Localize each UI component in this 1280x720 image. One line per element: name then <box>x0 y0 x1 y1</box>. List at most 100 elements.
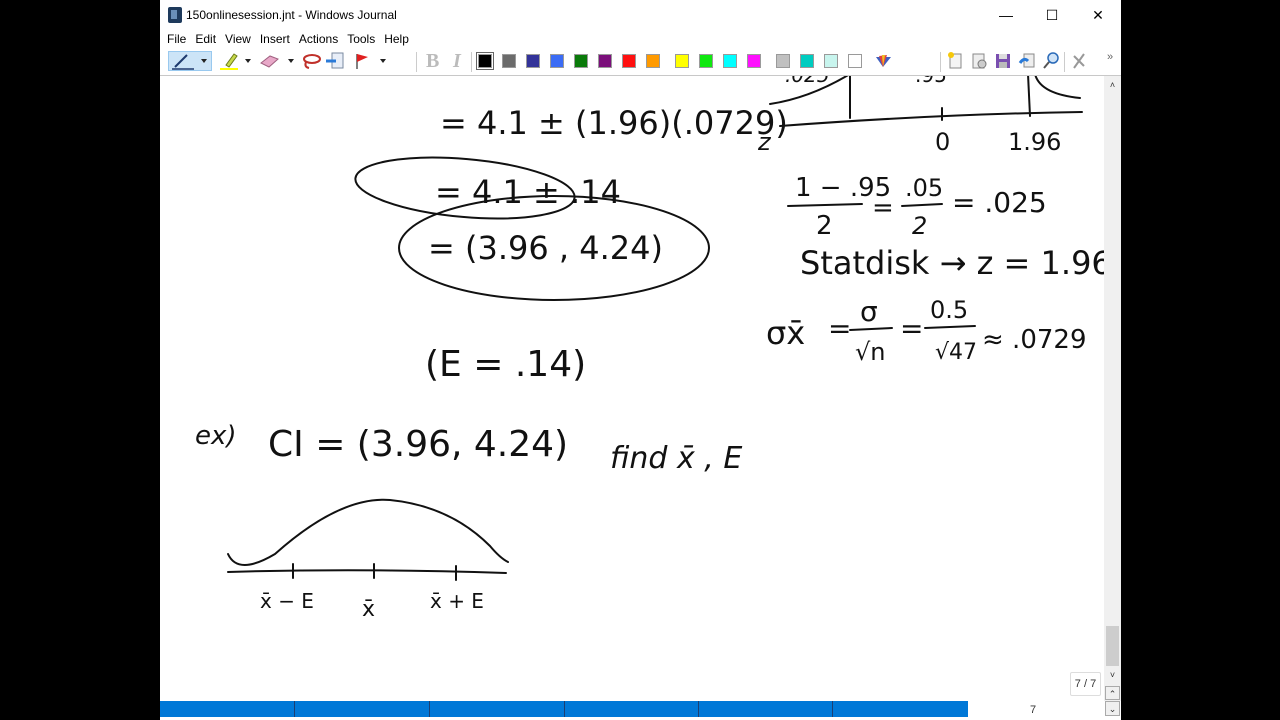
alpha-numerator-2: .05 <box>905 174 943 202</box>
pen-toolbar: B I » <box>160 48 1121 76</box>
page-strip-segment[interactable] <box>160 701 295 717</box>
lower-bound-label: x̄ − E <box>260 589 314 613</box>
right-critical-line <box>1027 73 1031 117</box>
page-strip-segment[interactable] <box>699 701 833 717</box>
menu-file[interactable]: File <box>165 31 188 47</box>
page-strip-segment[interactable] <box>430 701 565 717</box>
next-page-button[interactable]: ⌄ <box>1105 701 1120 716</box>
bottom-bar: 7 ⌄ <box>160 701 1121 720</box>
new-note-button[interactable] <box>946 51 964 71</box>
color-swatch[interactable] <box>776 54 790 68</box>
page-strip-segment[interactable] <box>295 701 430 717</box>
computation-line-1: = 4.1 ± (1.96)(.0729) <box>440 104 788 142</box>
left-tail-label: .025 <box>785 76 830 87</box>
computation-line-3: = (3.96 , 4.24) <box>428 229 663 267</box>
example-find: find x̄ , E <box>610 441 742 476</box>
menu-edit[interactable]: Edit <box>193 31 218 47</box>
critical-value-label: 1.96 <box>1008 128 1061 156</box>
journal-app-icon <box>168 7 182 23</box>
scroll-up-button[interactable]: ˄ <box>1105 78 1120 92</box>
send-button[interactable] <box>1018 51 1036 71</box>
new-note-icon <box>948 52 962 69</box>
send-icon <box>1018 53 1035 68</box>
fraction-bar <box>924 325 976 329</box>
color-swatch[interactable] <box>598 54 612 68</box>
toolbar-separator <box>940 52 941 72</box>
save-button[interactable] <box>994 51 1012 71</box>
color-swatch[interactable] <box>699 54 713 68</box>
example-label: ex) <box>195 421 237 451</box>
find-button[interactable] <box>1042 51 1060 71</box>
equals-sign: = <box>872 193 894 223</box>
color-swatch[interactable] <box>723 54 737 68</box>
highlighter-tool-button[interactable] <box>218 51 240 71</box>
lasso-icon <box>303 54 321 69</box>
minimize-button[interactable]: — <box>983 0 1029 30</box>
bold-button[interactable]: B <box>426 51 439 71</box>
previous-page-button[interactable]: ⌃ <box>1105 686 1120 700</box>
flag-icon <box>356 54 368 69</box>
lasso-tool-button[interactable] <box>300 51 322 71</box>
color-swatch[interactable] <box>622 54 636 68</box>
color-swatch[interactable] <box>574 54 588 68</box>
maximize-button[interactable]: ☐ <box>1029 0 1075 30</box>
color-swatch[interactable] <box>675 54 689 68</box>
menu-insert[interactable]: Insert <box>258 31 292 47</box>
color-picker-icon <box>876 55 891 67</box>
pen-dropdown-caret[interactable] <box>201 59 207 63</box>
color-swatch[interactable] <box>824 54 838 68</box>
menu-actions[interactable]: Actions <box>297 31 340 47</box>
color-swatch[interactable] <box>550 54 564 68</box>
color-swatch[interactable] <box>800 54 814 68</box>
eraser-tool-button[interactable] <box>258 51 280 71</box>
bell-curve-sketch: x̄ − E x̄ x̄ + E <box>227 498 509 622</box>
pen-icon <box>172 54 194 70</box>
flag-tool-button[interactable] <box>352 51 374 71</box>
italic-button[interactable]: I <box>453 51 461 71</box>
middle-area-label: .95 <box>915 76 947 87</box>
sigma-xbar: σx̄ <box>766 314 805 352</box>
statdisk-lookup: Statdisk → z = 1.96 <box>800 244 1104 282</box>
close-button[interactable]: ✕ <box>1075 0 1121 30</box>
sigma-value: 0.5 <box>930 296 968 324</box>
bell-curve <box>227 498 509 566</box>
page-strip-segment[interactable] <box>833 701 968 717</box>
menu-bar: File Edit View Insert Actions Tools Help <box>160 30 1121 48</box>
fraction-bar <box>901 203 943 207</box>
page-number: 7 <box>1030 704 1037 716</box>
highlighter-dropdown-caret[interactable] <box>245 59 251 63</box>
menu-help[interactable]: Help <box>382 31 411 47</box>
color-swatch[interactable] <box>747 54 761 68</box>
menu-tools[interactable]: Tools <box>345 31 377 47</box>
open-button[interactable] <box>970 51 988 71</box>
mean-label: x̄ <box>362 597 375 622</box>
color-swatch[interactable] <box>502 54 516 68</box>
standard-error-result: ≈ .0729 <box>982 325 1086 355</box>
alpha-denominator: 2 <box>816 211 833 241</box>
menu-view[interactable]: View <box>223 31 253 47</box>
toolbar-separator <box>1064 52 1065 72</box>
color-swatch[interactable] <box>848 54 862 68</box>
page-strip-segment[interactable] <box>565 701 699 717</box>
highlighter-icon <box>220 53 238 70</box>
color-swatch[interactable] <box>646 54 660 68</box>
insert-space-button[interactable] <box>324 51 346 71</box>
title-bar: 150onlinesession.jnt - Windows Journal —… <box>160 0 1121 30</box>
flag-dropdown-caret[interactable] <box>380 59 386 63</box>
cut-icon <box>1073 53 1085 69</box>
scroll-thumb[interactable] <box>1106 626 1119 666</box>
toolbar-separator <box>416 52 417 72</box>
upper-bound-label: x̄ + E <box>430 589 484 613</box>
vertical-scrollbar[interactable]: ˄ ˅ ⌃ <box>1104 76 1121 701</box>
eraser-dropdown-caret[interactable] <box>288 59 294 63</box>
journal-page[interactable]: .025 .95 z 0 1.96 = 4.1 ± (1.96)(.0729) … <box>160 63 1112 701</box>
sigma-numerator: σ <box>860 295 878 328</box>
cut-button[interactable] <box>1070 51 1088 71</box>
page-indicator: 7 / 7 <box>1070 672 1101 696</box>
right-tail-curve <box>1034 73 1081 99</box>
color-swatch[interactable] <box>526 54 540 68</box>
scroll-down-button[interactable]: ˅ <box>1105 668 1120 682</box>
color-swatch[interactable] <box>476 52 494 70</box>
color-picker-button[interactable] <box>873 51 895 71</box>
toolbar-overflow-button[interactable]: » <box>1107 51 1113 71</box>
